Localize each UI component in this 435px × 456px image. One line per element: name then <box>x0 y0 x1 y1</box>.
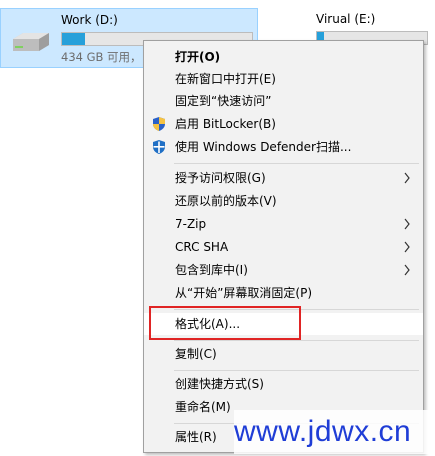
menu-item-label: 授予访问权限(G) <box>175 171 266 185</box>
drive-name: Work (D:) <box>61 13 118 27</box>
menu-separator <box>174 340 419 341</box>
drive-name: Virual (E:) <box>316 12 376 26</box>
menu-item-unpin-start[interactable]: 从“开始”屏幕取消固定(P) <box>144 282 423 304</box>
drive-free-space: 434 GB 可用， <box>61 50 142 64</box>
menu-separator <box>174 370 419 371</box>
menu-item-label: 创建快捷方式(S) <box>175 377 264 391</box>
defender-shield-icon <box>151 139 167 155</box>
menu-item-7zip[interactable]: 7-Zip <box>144 213 423 235</box>
annotation-highlight-box <box>149 306 301 340</box>
menu-item-create-shortcut[interactable]: 创建快捷方式(S) <box>144 373 423 395</box>
menu-item-grant-access[interactable]: 授予访问权限(G) <box>144 167 423 189</box>
menu-item-label: 复制(C) <box>175 347 217 361</box>
menu-item-label: 重命名(M) <box>175 400 231 414</box>
menu-item-label: 打开(O) <box>175 50 221 64</box>
chevron-right-icon <box>403 259 411 281</box>
menu-item-include-library[interactable]: 包含到库中(I) <box>144 259 423 281</box>
menu-item-bitlocker[interactable]: 启用 BitLocker(B) <box>144 113 423 135</box>
menu-item-open-new-window[interactable]: 在新窗口中打开(E) <box>144 68 423 90</box>
menu-separator <box>174 163 419 164</box>
menu-item-label: 7-Zip <box>175 217 207 231</box>
menu-item-crc-sha[interactable]: CRC SHA <box>144 236 423 258</box>
bitlocker-shield-icon <box>151 116 167 132</box>
menu-item-restore-versions[interactable]: 还原以前的版本(V) <box>144 190 423 212</box>
drive-usage-fill <box>62 33 85 45</box>
menu-item-label: 从“开始”屏幕取消固定(P) <box>175 286 313 300</box>
menu-item-label: 在新窗口中打开(E) <box>175 72 276 86</box>
chevron-right-icon <box>403 213 411 235</box>
chevron-right-icon <box>403 236 411 258</box>
menu-item-pin-quick-access[interactable]: 固定到“快速访问” <box>144 90 423 112</box>
menu-item-label: CRC SHA <box>175 240 229 254</box>
menu-item-label: 属性(R) <box>175 430 217 444</box>
chevron-right-icon <box>403 167 411 189</box>
menu-item-label: 使用 Windows Defender扫描... <box>175 140 352 154</box>
hard-drive-icon <box>9 31 53 57</box>
menu-item-label: 还原以前的版本(V) <box>175 194 277 208</box>
menu-item-open[interactable]: 打开(O) <box>144 46 423 68</box>
watermark-text: www.jdwx.cn <box>234 410 434 454</box>
menu-item-copy[interactable]: 复制(C) <box>144 343 423 365</box>
menu-item-label: 包含到库中(I) <box>175 263 248 277</box>
menu-item-defender-scan[interactable]: 使用 Windows Defender扫描... <box>144 136 423 158</box>
menu-item-label: 启用 BitLocker(B) <box>175 117 276 131</box>
context-menu: 打开(O) 在新窗口中打开(E) 固定到“快速访问” 启用 BitLocker(… <box>143 40 424 453</box>
menu-item-label: 固定到“快速访问” <box>175 94 272 108</box>
